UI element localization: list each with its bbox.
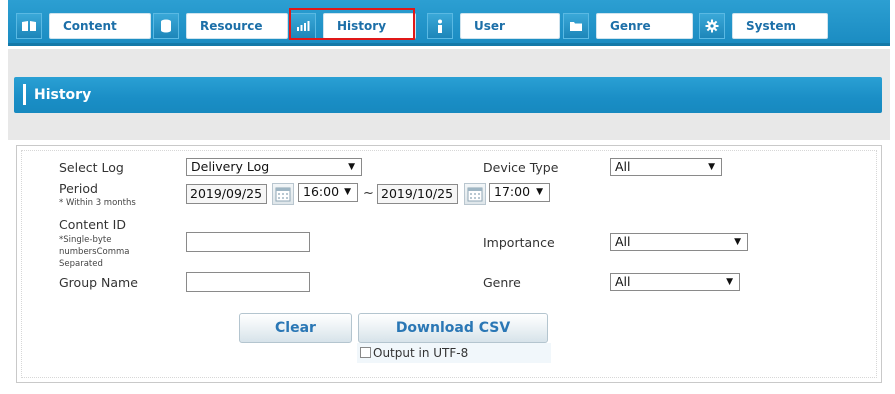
nav-tab-content-label[interactable]: Content	[49, 13, 151, 39]
chevron-down-icon: ▼	[348, 162, 355, 172]
content-id-label: Content ID	[59, 217, 126, 232]
device-type-value: All	[615, 159, 631, 174]
select-log-value: Delivery Log	[191, 159, 270, 174]
importance-dropdown[interactable]: All ▼	[610, 233, 748, 251]
database-icon	[153, 13, 179, 39]
nav-tab-resource-label[interactable]: Resource	[186, 13, 288, 39]
group-name-input[interactable]	[186, 272, 310, 292]
chevron-down-icon: ▼	[536, 187, 543, 197]
select-log-label: Select Log	[59, 160, 124, 175]
start-date-calendar-button[interactable]	[272, 183, 294, 205]
title-accent-bar	[23, 84, 26, 105]
content-id-note-line-1: *Single-byte	[59, 235, 112, 245]
calendar-icon	[467, 187, 483, 202]
chevron-down-icon: ▼	[734, 237, 741, 247]
period-separator: ~	[363, 186, 374, 201]
utf8-checkbox-label[interactable]: Output in UTF-8	[373, 346, 468, 360]
period-label: Period	[59, 181, 98, 196]
gear-icon	[699, 13, 725, 39]
calendar-icon	[275, 187, 291, 202]
user-icon	[427, 13, 453, 39]
select-log-dropdown[interactable]: Delivery Log ▼	[186, 158, 362, 176]
nav-tab-genre-label[interactable]: Genre	[596, 13, 693, 39]
active-tab-highlight	[289, 8, 415, 40]
top-navigation: Content Resource History User Genre Syst…	[8, 0, 890, 46]
content-id-note-line-2: numbersComma	[59, 247, 130, 257]
chevron-down-icon: ▼	[726, 277, 733, 287]
importance-label: Importance	[483, 235, 555, 250]
importance-value: All	[615, 234, 631, 249]
book-icon	[16, 13, 42, 39]
device-type-label: Device Type	[483, 160, 559, 175]
group-name-label: Group Name	[59, 275, 138, 290]
nav-tab-system-label[interactable]: System	[732, 13, 828, 39]
end-time-dropdown[interactable]: 17:00 ▼	[489, 183, 550, 202]
content-id-note-line-3: Separated	[59, 259, 103, 269]
start-time-dropdown[interactable]: 16:00 ▼	[298, 183, 358, 202]
content-id-input[interactable]	[186, 232, 310, 252]
nav-tab-user-label[interactable]: User	[460, 13, 560, 39]
genre-dropdown[interactable]: All ▼	[610, 273, 740, 291]
chevron-down-icon: ▼	[708, 162, 715, 172]
chevron-down-icon: ▼	[344, 187, 351, 197]
page-title: History	[34, 87, 92, 103]
folder-icon	[563, 13, 589, 39]
end-time-value: 17:00	[494, 184, 531, 199]
start-date-field[interactable]: 2019/09/25	[186, 184, 267, 204]
end-date-calendar-button[interactable]	[464, 183, 486, 205]
end-date-field[interactable]: 2019/10/25	[377, 184, 458, 204]
period-note: * Within 3 months	[59, 198, 136, 208]
clear-button[interactable]: Clear	[239, 313, 352, 343]
page-title-bar: History	[14, 77, 882, 113]
start-time-value: 16:00	[303, 184, 340, 199]
device-type-dropdown[interactable]: All ▼	[610, 158, 722, 176]
genre-label: Genre	[483, 275, 521, 290]
download-csv-button[interactable]: Download CSV	[358, 313, 548, 343]
utf8-checkbox[interactable]	[360, 347, 371, 358]
genre-value: All	[615, 274, 631, 289]
